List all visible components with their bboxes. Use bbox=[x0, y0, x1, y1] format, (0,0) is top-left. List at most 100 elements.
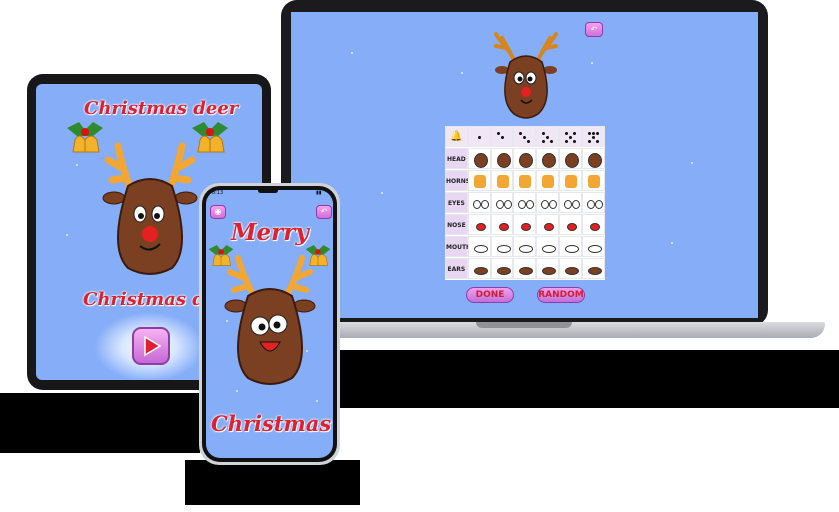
nose-option-icon bbox=[544, 223, 555, 231]
option-horns-5[interactable] bbox=[559, 170, 582, 191]
option-mouth-3[interactable] bbox=[513, 236, 537, 257]
variant-column-3[interactable] bbox=[513, 126, 537, 147]
nose-option-icon bbox=[567, 223, 577, 231]
die-pip bbox=[527, 140, 531, 143]
horns-option-icon bbox=[587, 175, 600, 188]
option-horns-1[interactable] bbox=[467, 170, 491, 191]
die-pip bbox=[573, 140, 576, 143]
eyes-option-icon bbox=[564, 200, 572, 209]
option-horns-6[interactable] bbox=[581, 170, 605, 191]
variant-column-1[interactable] bbox=[467, 126, 491, 147]
die-pip bbox=[587, 132, 591, 135]
play-button[interactable] bbox=[132, 327, 170, 365]
die-pip bbox=[595, 132, 599, 135]
head-option-icon bbox=[542, 153, 557, 168]
horns-option-icon bbox=[519, 175, 532, 188]
option-head-5[interactable] bbox=[559, 148, 582, 169]
variant-column-2[interactable] bbox=[490, 126, 514, 147]
nose-option-icon bbox=[498, 223, 509, 231]
back-button[interactable]: ↶ bbox=[585, 22, 603, 37]
play-icon bbox=[144, 335, 162, 357]
nose-option-icon bbox=[475, 223, 486, 231]
die-pip bbox=[500, 136, 504, 139]
eyes-option-icon bbox=[495, 200, 504, 209]
option-horns-4[interactable] bbox=[536, 170, 559, 191]
die-pip bbox=[542, 140, 546, 143]
variant-column-5[interactable] bbox=[559, 126, 582, 147]
option-eyes-5[interactable] bbox=[559, 192, 582, 213]
camera-icon: ◉ bbox=[214, 207, 222, 216]
die-pip bbox=[546, 136, 550, 139]
option-eyes-4[interactable] bbox=[536, 192, 559, 213]
row-label-mouth: MOUTH bbox=[445, 236, 471, 257]
phone-notch bbox=[258, 188, 278, 193]
option-nose-2[interactable] bbox=[490, 214, 514, 235]
option-ears-1[interactable] bbox=[467, 258, 491, 279]
grid-corner-bells-icon: 🔔 bbox=[445, 126, 468, 147]
horns-option-icon bbox=[542, 175, 555, 188]
option-ears-6[interactable] bbox=[581, 258, 605, 279]
mouth-option-icon bbox=[473, 245, 488, 253]
horns-option-icon bbox=[565, 175, 577, 188]
eyes-option-icon bbox=[541, 200, 550, 209]
option-mouth-5[interactable] bbox=[559, 236, 582, 257]
die-pip bbox=[591, 132, 595, 135]
back-button[interactable]: ↶ bbox=[316, 205, 332, 219]
option-head-3[interactable] bbox=[513, 148, 537, 169]
tablet-title: Christmas deer bbox=[84, 98, 239, 119]
option-nose-3[interactable] bbox=[513, 214, 537, 235]
option-ears-2[interactable] bbox=[490, 258, 514, 279]
mouth-option-icon bbox=[587, 245, 602, 253]
option-nose-4[interactable] bbox=[536, 214, 559, 235]
row-label-horns: HORNS bbox=[445, 170, 470, 191]
option-ears-3[interactable] bbox=[513, 258, 537, 279]
deer-illustration bbox=[102, 142, 198, 275]
row-label-eyes: EYES bbox=[445, 192, 468, 213]
option-eyes-6[interactable] bbox=[581, 192, 605, 213]
random-button[interactable]: RANDOM bbox=[537, 287, 585, 303]
option-nose-6[interactable] bbox=[581, 214, 605, 235]
head-option-icon bbox=[496, 153, 511, 168]
ears-option-icon bbox=[473, 267, 488, 275]
option-eyes-2[interactable] bbox=[490, 192, 514, 213]
eyes-option-icon bbox=[572, 200, 580, 209]
die-pip bbox=[565, 132, 568, 135]
ears-option-icon bbox=[519, 267, 534, 275]
mouth-option-icon bbox=[496, 245, 511, 253]
christmas-bells-icon bbox=[67, 122, 103, 153]
option-eyes-1[interactable] bbox=[467, 192, 491, 213]
back-icon: ↶ bbox=[320, 207, 328, 216]
option-nose-1[interactable] bbox=[467, 214, 491, 235]
variant-column-6[interactable] bbox=[581, 126, 605, 147]
option-mouth-2[interactable] bbox=[490, 236, 514, 257]
option-head-6[interactable] bbox=[581, 148, 605, 169]
option-mouth-4[interactable] bbox=[536, 236, 559, 257]
option-head-2[interactable] bbox=[490, 148, 514, 169]
eyes-option-icon bbox=[594, 200, 603, 209]
row-label-ears: EARS bbox=[445, 258, 468, 279]
die-pip bbox=[542, 132, 546, 135]
row-label-nose: NOSE bbox=[445, 214, 468, 235]
option-eyes-3[interactable] bbox=[513, 192, 537, 213]
done-button[interactable]: DONE bbox=[466, 287, 514, 303]
option-ears-4[interactable] bbox=[536, 258, 559, 279]
option-head-1[interactable] bbox=[467, 148, 491, 169]
die-pip bbox=[477, 136, 481, 139]
option-horns-2[interactable] bbox=[490, 170, 514, 191]
battery-icon: ▮▮ bbox=[316, 190, 322, 196]
die-pip bbox=[523, 136, 527, 139]
option-mouth-6[interactable] bbox=[581, 236, 605, 257]
option-nose-5[interactable] bbox=[559, 214, 582, 235]
die-pip bbox=[587, 140, 591, 143]
option-ears-5[interactable] bbox=[559, 258, 582, 279]
eyes-option-icon bbox=[549, 200, 558, 209]
variant-column-4[interactable] bbox=[536, 126, 559, 147]
option-head-4[interactable] bbox=[536, 148, 559, 169]
option-mouth-1[interactable] bbox=[467, 236, 491, 257]
eyes-option-icon bbox=[503, 200, 512, 209]
option-horns-3[interactable] bbox=[513, 170, 537, 191]
mouth-option-icon bbox=[542, 245, 557, 253]
eyes-option-icon bbox=[518, 200, 527, 209]
camera-button[interactable]: ◉ bbox=[210, 205, 226, 219]
mouth-option-icon bbox=[565, 245, 579, 253]
